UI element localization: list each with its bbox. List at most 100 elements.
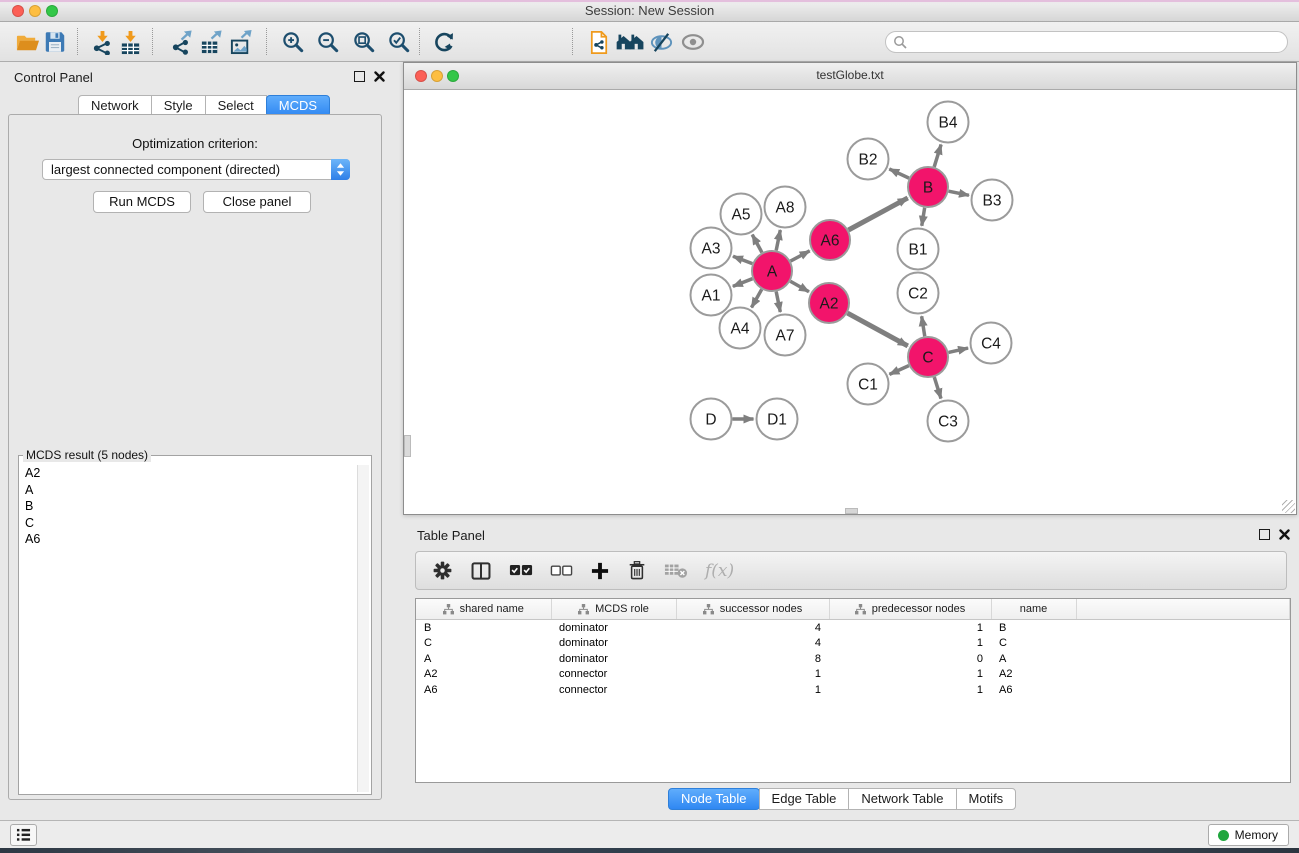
table-cell[interactable]: B xyxy=(416,620,551,636)
graph-edge-A2-C[interactable] xyxy=(847,313,907,346)
network-window-titlebar[interactable]: testGlobe.txt xyxy=(404,63,1296,90)
search-input[interactable] xyxy=(885,31,1288,53)
network-graph[interactable]: AA1A2A3A4A5A6A7A8BB1B2B3B4CC1C2C3C4DD1 xyxy=(404,90,1296,514)
graph-node-B3[interactable]: B3 xyxy=(972,180,1013,221)
table-row[interactable]: Adominator80A xyxy=(416,651,1290,667)
table-cell[interactable]: connector xyxy=(551,667,676,683)
network-minimize-button[interactable] xyxy=(431,70,443,82)
graph-edge-B-B2[interactable] xyxy=(889,169,909,178)
mcds-result-item[interactable]: A xyxy=(21,482,357,499)
graph-edge-C-C1[interactable] xyxy=(889,366,908,375)
column-header-predecessor-nodes[interactable]: predecessor nodes xyxy=(829,599,991,620)
column-header-name[interactable]: name xyxy=(991,599,1076,620)
table-cell[interactable]: A6 xyxy=(991,682,1076,698)
node-table[interactable]: shared nameMCDS rolesuccessor nodesprede… xyxy=(415,598,1291,783)
window-resize-grip[interactable] xyxy=(1282,500,1295,513)
deselect-all-columns-icon[interactable] xyxy=(550,564,573,578)
table-cell[interactable]: C xyxy=(416,636,551,652)
graph-edge-B-B3[interactable] xyxy=(949,191,969,195)
table-cell[interactable]: dominator xyxy=(551,620,676,636)
float-panel-icon[interactable] xyxy=(1259,529,1270,540)
new-network-from-file-icon[interactable] xyxy=(586,29,612,55)
table-cell[interactable]: 1 xyxy=(829,667,991,683)
graph-node-A3[interactable]: A3 xyxy=(691,228,732,269)
graph-node-A6[interactable]: A6 xyxy=(810,220,850,260)
graph-node-C4[interactable]: C4 xyxy=(971,323,1012,364)
graph-edge-B-B4[interactable] xyxy=(934,144,941,166)
delete-column-icon[interactable] xyxy=(627,560,647,581)
zoom-selected-icon[interactable] xyxy=(386,29,412,55)
graph-edge-A-A5[interactable] xyxy=(752,235,762,253)
import-network-icon[interactable] xyxy=(89,29,115,55)
graph-node-C3[interactable]: C3 xyxy=(928,401,969,442)
zoom-fit-icon[interactable] xyxy=(351,29,377,55)
task-history-button[interactable] xyxy=(10,824,37,846)
table-cell[interactable]: dominator xyxy=(551,651,676,667)
graph-edge-C-C4[interactable] xyxy=(948,348,968,352)
column-layout-icon[interactable] xyxy=(470,560,492,582)
run-mcds-button[interactable]: Run MCDS xyxy=(93,191,191,213)
import-table-icon[interactable] xyxy=(117,29,143,55)
network-close-button[interactable] xyxy=(415,70,427,82)
graph-node-C2[interactable]: C2 xyxy=(898,273,939,314)
graph-edge-C-C2[interactable] xyxy=(922,316,925,336)
table-cell[interactable]: C xyxy=(991,636,1076,652)
show-graphics-details-icon[interactable] xyxy=(680,29,706,55)
add-column-icon[interactable] xyxy=(590,561,610,581)
memory-button[interactable]: Memory xyxy=(1208,824,1289,846)
graph-edge-A6-B[interactable] xyxy=(848,198,907,230)
table-row[interactable]: A2connector11A2 xyxy=(416,667,1290,683)
graph-edge-A-A2[interactable] xyxy=(790,281,809,291)
graph-node-A2[interactable]: A2 xyxy=(809,283,849,323)
zoom-in-icon[interactable] xyxy=(280,29,306,55)
tab-network-table[interactable]: Network Table xyxy=(848,788,956,810)
table-cell[interactable]: 1 xyxy=(676,682,829,698)
save-session-icon[interactable] xyxy=(42,29,68,55)
optimization-criterion-dropdown[interactable]: largest connected component (directed) xyxy=(42,159,350,180)
zoom-out-icon[interactable] xyxy=(315,29,341,55)
open-session-icon[interactable] xyxy=(14,29,40,55)
home-icon[interactable] xyxy=(614,29,646,55)
maximize-window-button[interactable] xyxy=(46,5,58,17)
table-cell[interactable]: A xyxy=(416,651,551,667)
graph-node-D[interactable]: D xyxy=(691,399,732,440)
graph-node-B[interactable]: B xyxy=(908,167,948,207)
mcds-result-item[interactable]: C xyxy=(21,515,357,532)
network-maximize-button[interactable] xyxy=(447,70,459,82)
close-panel-button[interactable]: Close panel xyxy=(203,191,311,213)
graph-node-A8[interactable]: A8 xyxy=(765,187,806,228)
column-header-successor-nodes[interactable]: successor nodes xyxy=(676,599,829,620)
table-cell[interactable]: A2 xyxy=(991,667,1076,683)
close-window-button[interactable] xyxy=(12,5,24,17)
table-cell[interactable]: 0 xyxy=(829,651,991,667)
table-cell[interactable]: A xyxy=(991,651,1076,667)
graph-node-C[interactable]: C xyxy=(908,337,948,377)
close-panel-icon[interactable] xyxy=(1279,529,1290,540)
graph-node-C1[interactable]: C1 xyxy=(848,364,889,405)
canvas-bottom-handle[interactable] xyxy=(845,508,858,514)
graph-node-A4[interactable]: A4 xyxy=(720,308,761,349)
table-cell[interactable]: A6 xyxy=(416,682,551,698)
network-canvas[interactable]: AA1A2A3A4A5A6A7A8BB1B2B3B4CC1C2C3C4DD1 xyxy=(404,90,1296,514)
tab-motifs[interactable]: Motifs xyxy=(956,788,1017,810)
graph-edge-B-B1[interactable] xyxy=(922,208,925,226)
table-cell[interactable]: 1 xyxy=(676,667,829,683)
graph-edge-A-A1[interactable] xyxy=(733,279,753,287)
table-cell[interactable]: A2 xyxy=(416,667,551,683)
table-cell[interactable]: 4 xyxy=(676,636,829,652)
minimize-window-button[interactable] xyxy=(29,5,41,17)
graph-node-B4[interactable]: B4 xyxy=(928,102,969,143)
settings-icon[interactable] xyxy=(432,560,453,581)
table-cell[interactable]: connector xyxy=(551,682,676,698)
table-cell[interactable]: 1 xyxy=(829,636,991,652)
graph-edge-A-A8[interactable] xyxy=(776,230,780,250)
graph-node-D1[interactable]: D1 xyxy=(757,399,798,440)
graph-edge-C-C3[interactable] xyxy=(934,377,941,399)
table-cell[interactable]: dominator xyxy=(551,636,676,652)
graph-node-B2[interactable]: B2 xyxy=(848,139,889,180)
column-header-shared-name[interactable]: shared name xyxy=(416,599,551,620)
export-image-icon[interactable] xyxy=(228,29,254,55)
table-cell[interactable]: 8 xyxy=(676,651,829,667)
table-cell[interactable]: B xyxy=(991,620,1076,636)
graph-edge-A-A7[interactable] xyxy=(776,292,780,312)
